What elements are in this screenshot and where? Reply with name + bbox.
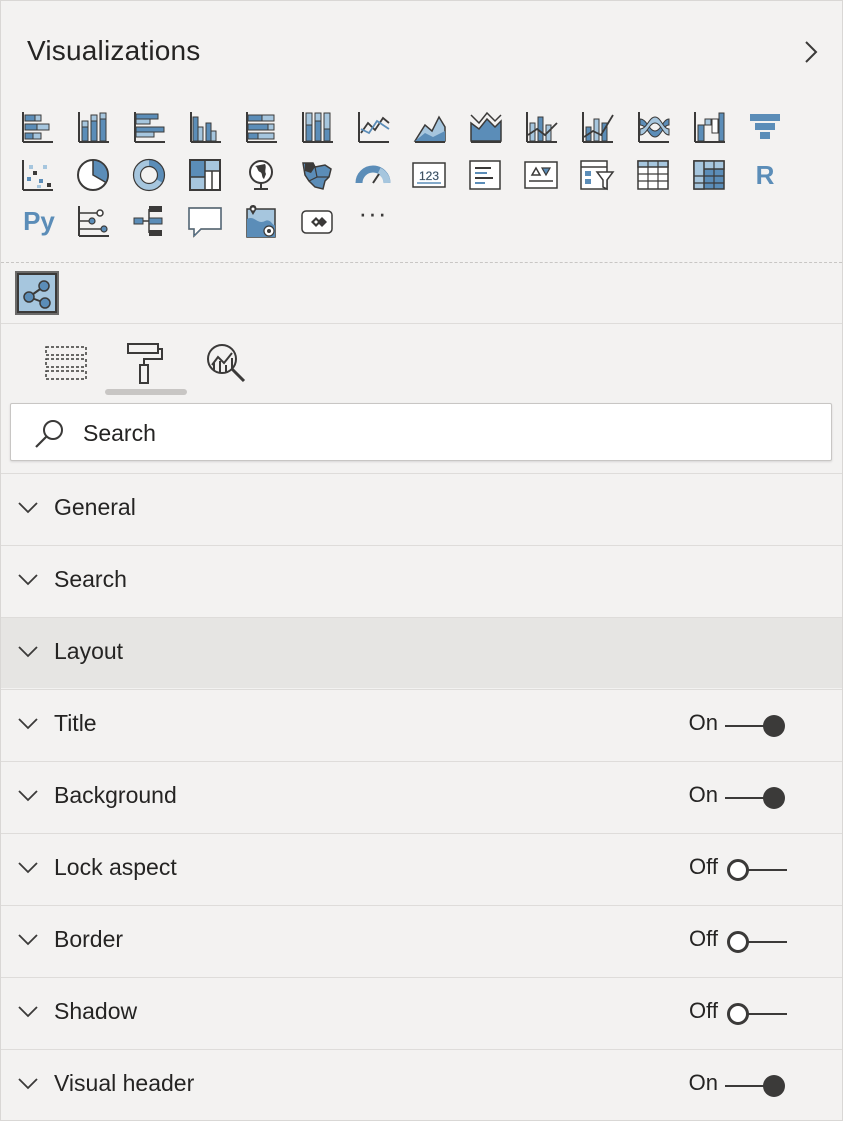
chevron-down-icon [18,718,38,730]
table-icon[interactable] [631,153,675,197]
stacked-area-chart-icon[interactable] [463,105,507,149]
section-label: Layout [54,638,124,664]
selected-tab-indicator [105,389,187,395]
more-options-label: ··· [358,197,388,228]
background-toggle[interactable] [725,786,787,810]
filled-map-icon[interactable] [295,153,339,197]
toggle-state-label: On [688,710,718,735]
custom-visual-button[interactable] [15,271,59,315]
shape-map-icon[interactable] [239,199,283,243]
slicer-icon[interactable] [575,153,619,197]
line-chart-icon[interactable] [351,105,395,149]
treemap-icon[interactable] [183,153,227,197]
format-tab[interactable] [111,333,181,393]
funnel-icon[interactable] [743,105,787,149]
section-label: Search [54,566,127,592]
section-general[interactable]: General [1,473,842,544]
multi-row-card-icon[interactable] [463,153,507,197]
section-shadow[interactable]: Shadow Off [1,977,842,1048]
visual-header-toggle[interactable] [725,1074,787,1098]
line-and-clustered-column-chart-icon[interactable] [575,105,619,149]
format-search-box[interactable] [10,403,832,461]
section-label: Border [54,926,124,952]
toggle-state-label: Off [689,926,718,951]
100-stacked-bar-chart-icon[interactable] [239,105,283,149]
gauge-icon[interactable] [351,153,395,197]
chevron-right-icon [805,41,818,63]
chevron-down-icon [18,934,38,946]
toggle-state-label: On [688,782,718,807]
card-icon[interactable]: 123 [407,153,451,197]
python-visual-icon[interactable]: Py [15,199,63,243]
analytics-magnifier-icon [207,344,246,383]
power-apps-icon[interactable] [295,199,339,243]
waterfall-chart-icon[interactable] [687,105,731,149]
title-toggle[interactable] [725,714,787,738]
section-label: Lock aspect [54,854,177,880]
section-search[interactable]: Search [1,545,842,616]
section-label: Visual header [54,1070,195,1096]
line-and-stacked-column-chart-icon[interactable] [519,105,563,149]
clustered-column-chart-icon[interactable] [183,105,227,149]
search-input[interactable] [81,414,785,452]
toggle-state-label: Off [689,854,718,879]
analytics-tab[interactable] [191,333,261,393]
toggle-state-label: On [688,1070,718,1095]
section-border[interactable]: Border Off [1,905,842,976]
lock-aspect-toggle[interactable] [725,858,787,882]
stacked-bar-chart-icon[interactable] [15,105,59,149]
pane-header: Visualizations [1,1,842,101]
toggle-state-label: Off [689,998,718,1023]
decomposition-tree-icon[interactable] [127,199,171,243]
svg-text:123: 123 [419,169,439,183]
python-visual-label: Py [23,205,55,236]
section-label: General [54,494,136,520]
qna-icon[interactable] [183,199,227,243]
section-title[interactable]: Title On [1,689,842,760]
tabs-top-divider [1,323,842,324]
r-script-visual-icon[interactable]: R [743,153,787,197]
ribbon-chart-icon[interactable] [631,105,675,149]
key-influencers-icon[interactable] [71,199,115,243]
paint-roller-icon [127,343,163,384]
section-lock-aspect[interactable]: Lock aspect Off [1,833,842,904]
pane-title: Visualizations [27,35,201,66]
more-options-icon[interactable]: ··· [351,197,395,243]
visualizations-pane: Visualizations 123 R Py ··· Search Gener… [0,0,843,1121]
stacked-column-chart-icon[interactable] [71,105,115,149]
fields-icon [45,346,87,380]
map-icon[interactable] [239,153,283,197]
chevron-down-icon [18,1006,38,1018]
collapse-pane-button[interactable] [797,37,825,67]
chevron-down-icon [18,790,38,802]
section-background[interactable]: Background On [1,761,842,832]
section-label: Title [54,710,97,736]
area-chart-icon[interactable] [407,105,451,149]
section-label: Shadow [54,998,138,1024]
section-visual-header[interactable]: Visual header On [1,1049,842,1120]
matrix-icon[interactable] [687,153,731,197]
scatter-chart-icon[interactable] [15,153,59,197]
kpi-icon[interactable] [519,153,563,197]
100-stacked-column-chart-icon[interactable] [295,105,339,149]
donut-chart-icon[interactable] [127,153,171,197]
fields-tab[interactable] [31,333,101,393]
clustered-bar-chart-icon[interactable] [127,105,171,149]
network-graph-icon [19,275,55,311]
chevron-down-icon [18,646,38,658]
chevron-down-icon [18,502,38,514]
chevron-down-icon [18,574,38,586]
pie-chart-icon[interactable] [71,153,115,197]
visual-gallery-separator [1,262,842,263]
border-toggle[interactable] [725,930,787,954]
shadow-toggle[interactable] [725,1002,787,1026]
r-script-visual-label: R [755,159,775,190]
search-icon [35,420,63,448]
section-label: Background [54,782,177,808]
section-layout[interactable]: Layout [1,617,842,688]
chevron-down-icon [18,862,38,874]
chevron-down-icon [18,1078,38,1090]
